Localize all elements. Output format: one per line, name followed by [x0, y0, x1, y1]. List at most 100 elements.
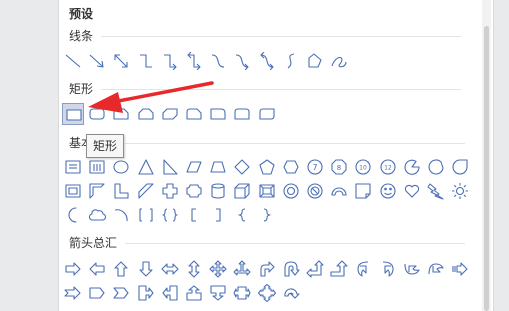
shape-button[interactable] — [183, 156, 205, 178]
shape-button[interactable] — [62, 282, 84, 304]
shape-button[interactable] — [135, 258, 157, 280]
shape-button[interactable] — [280, 50, 302, 72]
shape-button[interactable] — [86, 204, 108, 226]
shape-button[interactable] — [304, 258, 326, 280]
shape-button[interactable] — [304, 50, 326, 72]
shape-button[interactable] — [280, 180, 302, 202]
shape-button[interactable] — [110, 156, 132, 178]
shape-button[interactable] — [62, 180, 84, 202]
shape-button[interactable] — [449, 258, 471, 280]
shape-button[interactable] — [62, 156, 84, 178]
shape-button[interactable] — [86, 103, 108, 125]
shape-button[interactable]: 12 — [377, 156, 399, 178]
shape-button[interactable] — [280, 282, 302, 304]
shape-button[interactable] — [256, 258, 278, 280]
shape-button[interactable] — [135, 50, 157, 72]
shape-button[interactable] — [256, 103, 278, 125]
shape-button[interactable] — [135, 282, 157, 304]
shape-button[interactable] — [159, 156, 181, 178]
shape-button[interactable] — [86, 258, 108, 280]
shape-button[interactable] — [231, 50, 253, 72]
shape-button[interactable] — [183, 50, 205, 72]
shape-button[interactable] — [110, 103, 132, 125]
shape-button[interactable] — [183, 282, 205, 304]
shape-button[interactable] — [425, 258, 447, 280]
bevel-icon — [259, 184, 275, 198]
shape-button[interactable] — [256, 180, 278, 202]
shape-button[interactable] — [183, 204, 205, 226]
shape-button[interactable] — [159, 204, 181, 226]
shape-button[interactable] — [377, 258, 399, 280]
shape-button[interactable] — [328, 50, 350, 72]
heptagon-icon: 7 — [307, 159, 323, 175]
shape-button[interactable] — [135, 103, 157, 125]
shape-button[interactable] — [207, 156, 229, 178]
scrollbar-thumb[interactable] — [484, 26, 489, 311]
shape-button[interactable] — [207, 180, 229, 202]
shape-button[interactable] — [207, 50, 229, 72]
shape-button[interactable] — [207, 103, 229, 125]
shape-button[interactable] — [159, 103, 181, 125]
shape-button[interactable] — [183, 180, 205, 202]
plaque-icon — [186, 184, 202, 198]
shape-button[interactable] — [159, 180, 181, 202]
shape-button[interactable] — [159, 258, 181, 280]
shape-button[interactable] — [352, 180, 374, 202]
u-turn-arrow-icon — [284, 261, 300, 277]
shape-button[interactable] — [231, 156, 253, 178]
shape-button[interactable] — [62, 204, 84, 226]
shape-button[interactable] — [256, 204, 278, 226]
shape-button[interactable] — [62, 258, 84, 280]
shape-button[interactable] — [110, 258, 132, 280]
shape-button[interactable] — [231, 204, 253, 226]
shape-button[interactable] — [231, 282, 253, 304]
shape-button[interactable] — [159, 50, 181, 72]
shape-button[interactable] — [86, 156, 108, 178]
shape-button[interactable] — [256, 156, 278, 178]
shape-button[interactable] — [207, 204, 229, 226]
shape-button[interactable] — [256, 50, 278, 72]
shape-button[interactable] — [304, 180, 326, 202]
shape-button[interactable] — [377, 180, 399, 202]
shape-button[interactable] — [86, 282, 108, 304]
shape-button[interactable] — [328, 258, 350, 280]
shape-button[interactable] — [135, 180, 157, 202]
shape-button[interactable] — [449, 180, 471, 202]
shape-button[interactable] — [231, 258, 253, 280]
shape-button[interactable] — [110, 50, 132, 72]
shape-button[interactable] — [207, 282, 229, 304]
shape-button[interactable] — [62, 50, 84, 72]
shape-button[interactable] — [401, 258, 423, 280]
shape-button[interactable]: 8 — [328, 156, 350, 178]
svg-text:10: 10 — [359, 165, 367, 172]
shape-button[interactable] — [449, 156, 471, 178]
shape-button[interactable] — [352, 258, 374, 280]
shape-button[interactable] — [135, 204, 157, 226]
shape-button[interactable] — [135, 156, 157, 178]
shape-button[interactable] — [280, 156, 302, 178]
shape-button[interactable] — [231, 180, 253, 202]
shape-button[interactable] — [280, 258, 302, 280]
shape-button[interactable] — [183, 103, 205, 125]
shape-button[interactable] — [425, 180, 447, 202]
shape-button[interactable] — [110, 204, 132, 226]
shape-button[interactable] — [183, 258, 205, 280]
shape-button[interactable] — [207, 258, 229, 280]
shape-button[interactable] — [62, 103, 84, 125]
freeform-icon — [308, 53, 322, 68]
shape-button[interactable] — [110, 282, 132, 304]
shape-button[interactable] — [256, 282, 278, 304]
shape-button[interactable] — [110, 180, 132, 202]
shape-button[interactable] — [231, 103, 253, 125]
shape-button[interactable] — [86, 180, 108, 202]
shape-button[interactable]: 10 — [352, 156, 374, 178]
shape-button[interactable] — [86, 50, 108, 72]
shape-button[interactable] — [328, 180, 350, 202]
bent-up-arrow-icon — [330, 260, 348, 277]
section-title: 箭头总汇 — [69, 236, 118, 250]
shape-button[interactable] — [401, 180, 423, 202]
shape-button[interactable] — [425, 156, 447, 178]
shape-button[interactable]: 7 — [304, 156, 326, 178]
shape-button[interactable] — [159, 282, 181, 304]
shape-button[interactable] — [401, 156, 423, 178]
